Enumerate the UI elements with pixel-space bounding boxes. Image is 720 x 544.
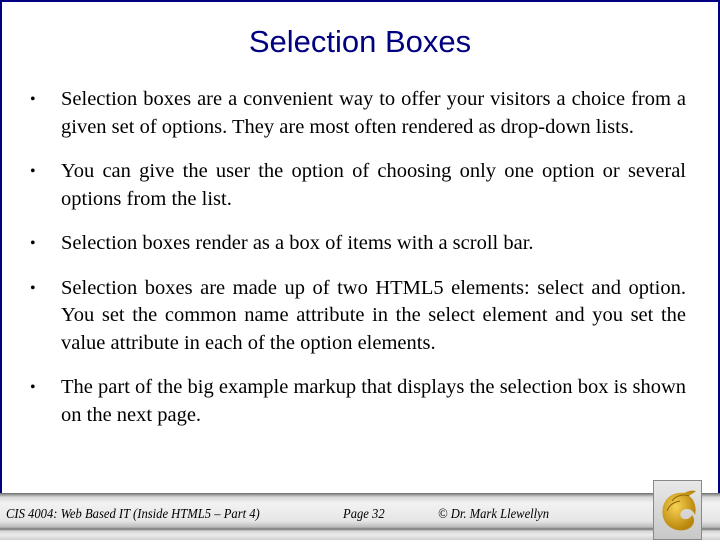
bullet-icon: • [30,379,36,396]
bullet-item: • The part of the big example markup that… [30,374,686,429]
bullet-icon: • [30,235,36,252]
pegasus-logo-icon [653,480,702,540]
bullet-item: • Selection boxes render as a box of item… [30,230,686,258]
bullet-list: • Selection boxes are a convenient way to… [30,86,686,446]
slide-frame: Selection Boxes • Selection boxes are a c… [0,0,720,495]
bullet-item: • Selection boxes are made up of two HTML… [30,275,686,358]
bullet-text: You can give the user the option of choo… [61,160,686,210]
bullet-item: • Selection boxes are a convenient way to… [30,86,686,141]
bullet-text: Selection boxes are made up of two HTML5… [61,276,686,354]
footer-course: CIS 4004: Web Based IT (Inside HTML5 – P… [6,507,260,522]
slide-title: Selection Boxes [248,24,472,59]
bullet-item: • You can give the user the option of cho… [30,158,686,213]
bullet-text: Selection boxes are a convenient way to … [61,88,686,138]
footer-author: © Dr. Mark Llewellyn [438,507,550,522]
slide-footer: CIS 4004: Web Based IT (Inside HTML5 – P… [0,493,720,540]
footer-page-number: Page 32 [343,507,385,522]
bullet-text: The part of the big example markup that … [61,376,686,426]
bullet-icon: • [30,163,36,180]
pegasus-logo-graphic [662,490,696,531]
bullet-text: Selection boxes render as a box of items… [61,232,534,254]
bullet-icon: • [30,91,36,108]
bullet-icon: • [30,279,36,297]
